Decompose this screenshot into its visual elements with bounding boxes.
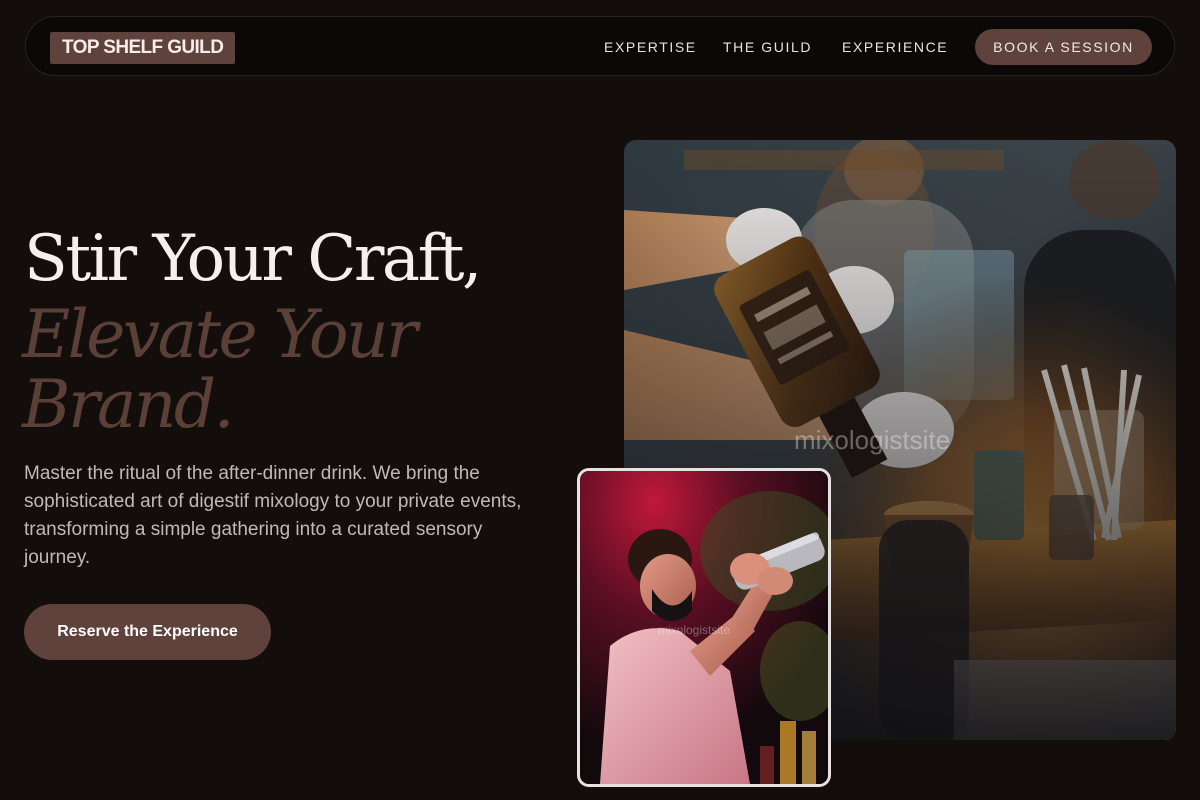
top-navigation: TOP SHELF GUILD EXPERTISE THE GUILD EXPE… [25,16,1175,76]
nav-link-experience[interactable]: EXPERIENCE [842,39,948,55]
hero-headline-line3: Brand. [22,366,235,443]
photo-watermark: mixologistsite [794,425,951,455]
hero-headline-line1: Stir Your Craft, [24,222,482,296]
nav-link-the-guild[interactable]: THE GUILD [723,39,812,55]
nav-link-expertise[interactable]: EXPERTISE [604,39,697,55]
hero-description: Master the ritual of the after-dinner dr… [24,463,522,568]
reserve-experience-button[interactable]: Reserve the Experience [24,604,271,660]
book-session-button[interactable]: BOOK A SESSION [975,29,1152,65]
brand-logo[interactable]: TOP SHELF GUILD [50,32,236,64]
bartender-shaking-photo: mixologistsite [577,468,831,787]
hero-headline-line2: Elevate Your [22,296,418,373]
photo-watermark: mixologistsite [658,623,731,637]
